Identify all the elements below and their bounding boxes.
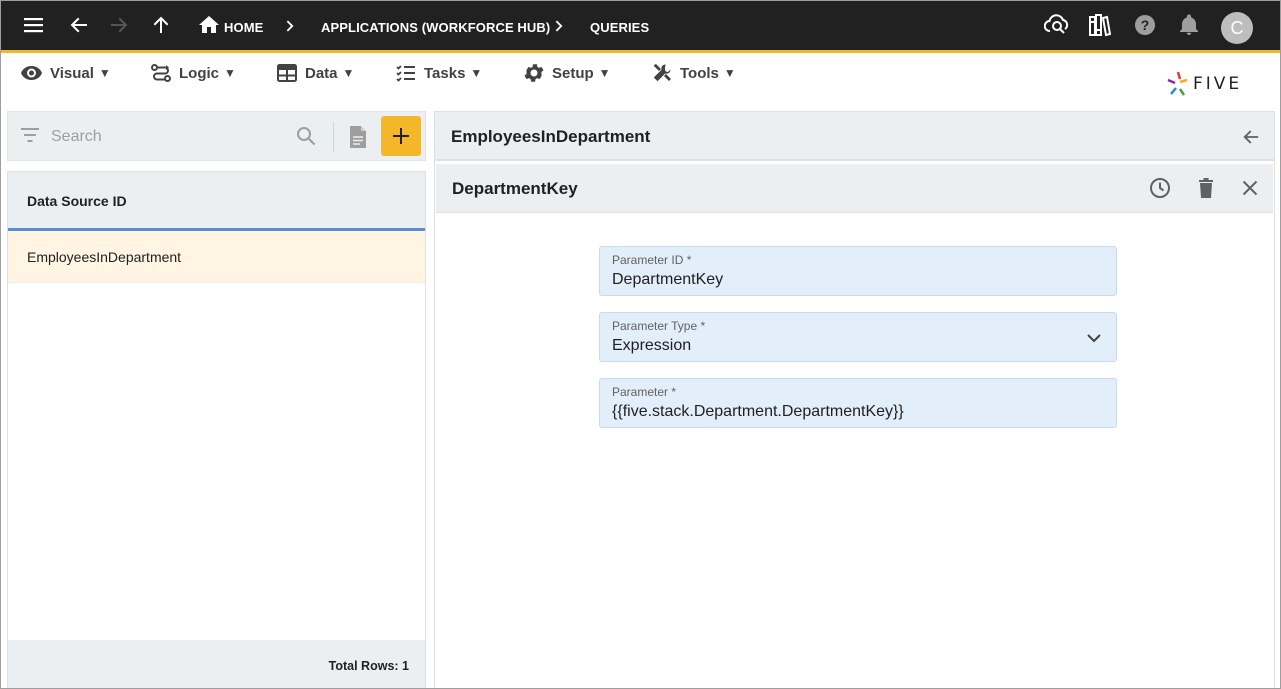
svg-text:?: ?	[1141, 17, 1150, 33]
detail-header: EmployeesInDepartment	[435, 112, 1274, 161]
breadcrumb-home[interactable]: HOME	[224, 20, 263, 35]
menu-tools-label: Tools	[680, 64, 719, 82]
divider	[333, 122, 334, 152]
menu-logic[interactable]: Logic ▼	[151, 62, 236, 84]
parameter-type-select[interactable]: Parameter Type * Expression	[599, 312, 1117, 362]
search-input[interactable]	[51, 125, 281, 149]
breadcrumb-separator-icon	[286, 20, 296, 35]
parameter-field[interactable]: Parameter * {{five.stack.Department.Depa…	[599, 378, 1117, 428]
parameter-id-value: DepartmentKey	[612, 271, 724, 288]
menu-tools[interactable]: Tools ▼	[652, 62, 736, 84]
logo-text: FIVE	[1193, 74, 1243, 94]
checklist-icon	[396, 65, 415, 82]
filter-icon[interactable]	[20, 127, 40, 148]
caret-down-icon: ▼	[723, 66, 736, 80]
caret-down-icon: ▼	[470, 66, 483, 80]
parameter-value: {{five.stack.Department.DepartmentKey}}	[612, 403, 904, 420]
help-icon[interactable]: ?	[1132, 12, 1158, 38]
parameter-type-label: Parameter Type *	[612, 319, 706, 333]
parameter-label: Parameter *	[612, 385, 677, 399]
top-app-bar: HOME APPLICATIONS (WORKFORCE HUB) QUERIE…	[0, 0, 1281, 53]
eye-icon	[21, 66, 42, 80]
tools-icon	[653, 64, 671, 82]
list-footer: Total Rows: 1	[8, 640, 425, 689]
caret-down-icon: ▼	[98, 66, 111, 80]
forward-arrow-icon[interactable]	[106, 12, 132, 38]
search-icon[interactable]	[296, 126, 316, 151]
list-header[interactable]: Data Source ID	[8, 172, 425, 231]
bell-icon[interactable]	[1176, 12, 1202, 38]
five-logo: FIVE	[1167, 70, 1259, 98]
menu-icon[interactable]	[21, 12, 47, 38]
home-icon[interactable]	[196, 12, 222, 38]
menu-data-label: Data	[305, 64, 338, 82]
list-item[interactable]: EmployeesInDepartment	[8, 231, 425, 283]
breadcrumb-queries[interactable]: QUERIES	[590, 20, 649, 35]
document-icon[interactable]	[348, 125, 368, 154]
five-logo-star-icon	[1167, 71, 1188, 96]
library-icon[interactable]	[1087, 12, 1113, 38]
menu-data[interactable]: Data ▼	[277, 62, 354, 84]
breadcrumb-applications[interactable]: APPLICATIONS (WORKFORCE HUB)	[321, 20, 550, 35]
column-header-data-source-id: Data Source ID	[27, 193, 127, 209]
breadcrumb-separator-icon	[555, 20, 565, 35]
search-bar	[7, 111, 426, 161]
menu-setup-label: Setup	[552, 64, 594, 82]
logic-flow-icon	[151, 64, 171, 82]
menu-setup[interactable]: Setup ▼	[524, 62, 611, 84]
avatar[interactable]: C	[1221, 12, 1253, 44]
menu-visual[interactable]: Visual ▼	[21, 62, 111, 84]
form-header: DepartmentKey	[436, 164, 1273, 213]
delete-trash-icon[interactable]	[1193, 175, 1219, 201]
parameter-id-label: Parameter ID *	[612, 253, 692, 267]
gear-icon	[524, 64, 544, 82]
parameter-id-field[interactable]: Parameter ID * DepartmentKey	[599, 246, 1117, 296]
back-arrow-icon[interactable]	[1238, 124, 1264, 150]
detail-title: EmployeesInDepartment	[451, 127, 651, 146]
up-arrow-icon[interactable]	[148, 12, 174, 38]
form-title: DepartmentKey	[452, 179, 578, 198]
menu-visual-label: Visual	[50, 64, 94, 82]
close-icon[interactable]	[1237, 175, 1263, 201]
back-arrow-icon[interactable]	[66, 12, 92, 38]
list-item-label: EmployeesInDepartment	[27, 249, 182, 265]
caret-down-icon: ▼	[598, 66, 611, 80]
menu-logic-label: Logic	[179, 64, 219, 82]
caret-down-icon: ▼	[224, 66, 236, 80]
plus-icon	[393, 128, 409, 144]
total-rows: Total Rows: 1	[328, 659, 409, 673]
menu-tasks-label: Tasks	[424, 64, 466, 82]
add-button[interactable]	[381, 116, 421, 156]
history-clock-icon[interactable]	[1147, 175, 1173, 201]
chevron-down-icon[interactable]	[1084, 328, 1104, 348]
caret-down-icon: ▼	[342, 66, 355, 80]
table-icon	[277, 64, 297, 82]
cloud-search-icon[interactable]	[1044, 12, 1070, 38]
menu-tasks[interactable]: Tasks ▼	[396, 62, 482, 84]
data-source-list: Data Source ID EmployeesInDepartment Tot…	[7, 171, 426, 689]
parameter-type-value: Expression	[612, 337, 692, 354]
